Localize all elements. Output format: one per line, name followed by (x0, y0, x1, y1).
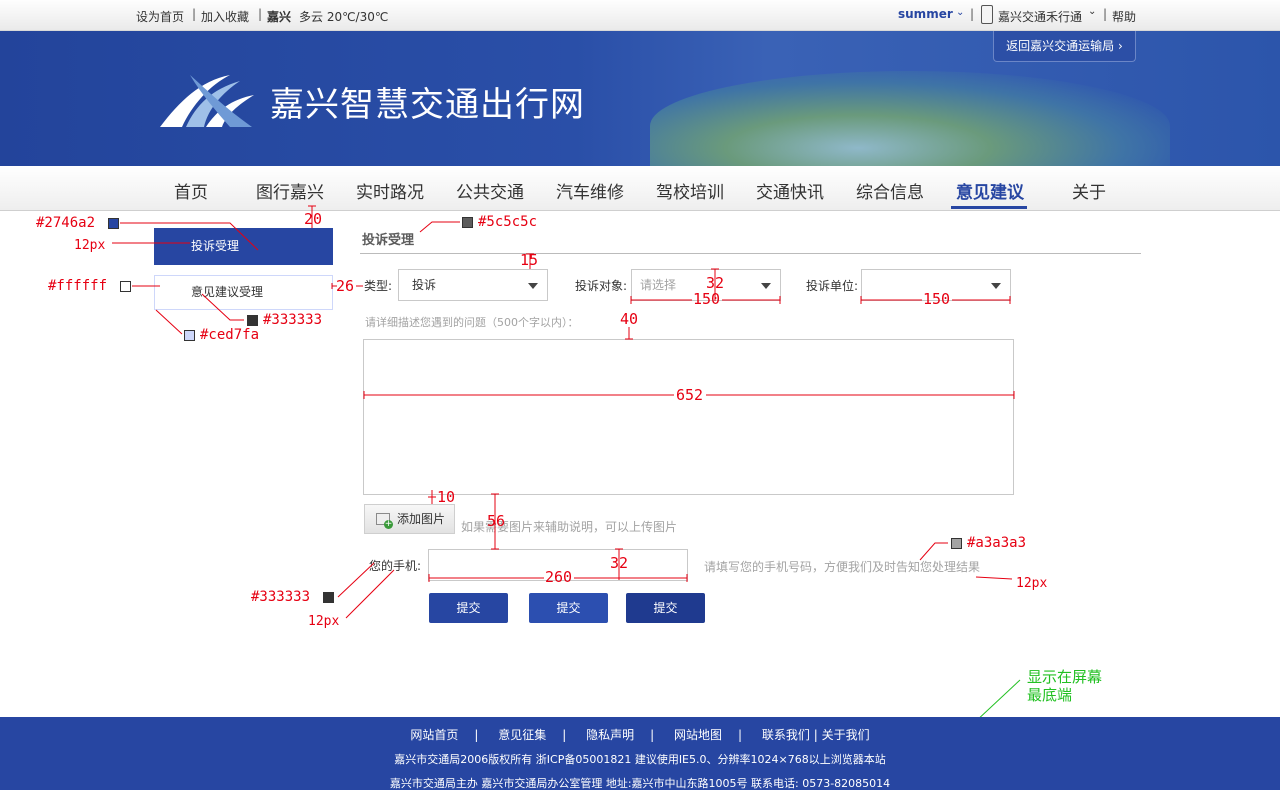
color-swatch (462, 217, 473, 228)
annotation-dimension: 15 (520, 251, 539, 269)
color-swatch (184, 330, 195, 341)
footer-link-feedback[interactable]: 意见征集 (498, 728, 546, 742)
color-swatch (108, 218, 119, 229)
footer-link-about[interactable]: 关于我们 (822, 728, 870, 742)
footer-link-home[interactable]: 网站首页 (410, 728, 458, 742)
footer-links: 网站首页 | 意见征集 | 隐私声明 | 网站地图 | 联系我们 | 关于我们 (410, 728, 870, 742)
annotation-dimension: 26 (336, 277, 355, 295)
annotation-size: 12px (74, 238, 106, 253)
color-swatch (323, 592, 334, 603)
footer-link-privacy[interactable]: 隐私声明 (586, 728, 634, 742)
annotation-color: #333333 (251, 589, 311, 605)
annotation-color: #ced7fa (200, 327, 260, 343)
bottom-note: 显示在屏幕 最底端 (1027, 668, 1103, 704)
annotation-size: 12px (308, 614, 340, 629)
annotation-dimension: 56 (487, 512, 506, 530)
annotation-dimension: 40 (620, 310, 639, 328)
color-swatch (247, 315, 258, 326)
footer-link-sitemap[interactable]: 网站地图 (674, 728, 722, 742)
annotation-dimension: 10 (437, 488, 456, 506)
annotation-dimension: 150 (693, 290, 721, 308)
annotation-dimension: 20 (304, 210, 323, 228)
footer-contact: 嘉兴市交通局主办 嘉兴市交通局办公室管理 地址:嘉兴市中山东路1005号 联系电… (389, 777, 891, 790)
annotation-color: #5c5c5c (478, 214, 538, 230)
annotation-color: #a3a3a3 (967, 535, 1027, 551)
footer-copyright: 嘉兴市交通局2006版权所有 浙ICP备05001821 建议使用IE5.0、分… (394, 753, 886, 766)
annotation-dimension: 260 (545, 568, 573, 586)
annotation-color: #333333 (263, 312, 323, 328)
annotation-color: #2746a2 (36, 215, 96, 231)
annotation-size: 12px (1016, 576, 1048, 591)
annotation-dimension: 652 (676, 386, 704, 404)
footer-link-contact[interactable]: 联系我们 (762, 728, 810, 742)
color-swatch (951, 538, 962, 549)
annotation-dimension: 150 (923, 290, 951, 308)
annotation-color: #ffffff (48, 278, 108, 294)
color-swatch (120, 281, 131, 292)
annotation-dimension: 32 (610, 554, 629, 572)
footer: 网站首页 | 意见征集 | 隐私声明 | 网站地图 | 联系我们 | 关于我们 嘉兴市交… (0, 717, 1280, 790)
